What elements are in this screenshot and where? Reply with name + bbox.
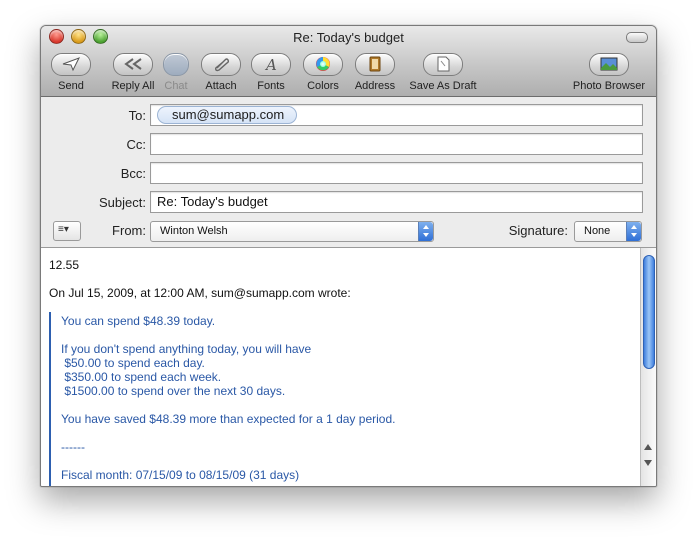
save-as-draft-button[interactable]: Save As Draft — [405, 53, 481, 92]
paperclip-icon — [214, 58, 230, 72]
reply-all-button[interactable]: Reply All — [103, 53, 163, 92]
save-as-draft-label: Save As Draft — [409, 80, 477, 92]
photo-browser-button[interactable]: Photo Browser — [568, 53, 650, 92]
from-select[interactable]: Winton Welsh — [150, 221, 434, 242]
quote-line: Fiscal month: 07/15/09 to 08/15/09 (31 d… — [61, 468, 300, 482]
address-label: Address — [354, 80, 396, 92]
subject-value: Re: Today's budget — [157, 194, 268, 209]
fonts-button[interactable]: A Fonts — [251, 53, 291, 92]
subject-field[interactable]: Re: Today's budget — [150, 191, 643, 213]
list-icon: ≡▾ — [58, 224, 69, 235]
quote-line: You have saved $48.39 more than expected… — [61, 412, 396, 426]
attach-button[interactable]: Attach — [201, 53, 241, 92]
window-title: Re: Today's budget — [293, 30, 404, 45]
svg-text:A: A — [264, 56, 277, 72]
quoted-message: You can spend $48.39 today. If you don't… — [49, 312, 641, 486]
scroll-up-arrow-icon[interactable] — [644, 444, 652, 450]
colors-button[interactable]: Colors — [303, 53, 343, 92]
to-label: To: — [128, 108, 146, 123]
font-icon: A — [264, 56, 277, 72]
chat-button[interactable]: Chat — [161, 53, 191, 92]
quote-line: $350.00 to spend each week. — [61, 370, 222, 384]
quote-attribution: On Jul 15, 2009, at 12:00 AM, sum@sumapp… — [49, 286, 351, 300]
bcc-field[interactable] — [150, 162, 643, 184]
scrollbar-thumb[interactable] — [643, 255, 655, 369]
from-label: From: — [112, 223, 146, 238]
compose-window: Re: Today's budget Send Reply All Chat A… — [40, 25, 657, 487]
toolbar-toggle-button[interactable] — [626, 32, 648, 43]
send-icon — [62, 57, 81, 72]
address-book-icon — [369, 56, 381, 72]
message-body[interactable]: 12.55 On Jul 15, 2009, at 12:00 AM, sum@… — [41, 248, 641, 486]
from-value: Winton Welsh — [160, 225, 228, 237]
header-options-button[interactable]: ≡▾ — [53, 221, 81, 241]
signature-select[interactable]: None — [574, 221, 642, 242]
quote-line: You can spend $48.39 today. — [61, 314, 216, 328]
fonts-label: Fonts — [257, 80, 285, 92]
subject-label: Subject: — [99, 195, 146, 210]
scroll-down-arrow-icon[interactable] — [644, 460, 652, 466]
stepper-arrows-icon — [418, 222, 433, 241]
send-button[interactable]: Send — [51, 53, 91, 92]
toolbar: Re: Today's budget Send Reply All Chat A… — [41, 26, 656, 97]
signature-label: Signature: — [508, 223, 568, 238]
bcc-label: Bcc: — [120, 166, 146, 181]
quote-line: $1500.00 to spend over the next 30 days. — [61, 384, 286, 398]
to-field[interactable]: sum@sumapp.com — [150, 104, 643, 126]
chat-icon — [163, 53, 189, 76]
attach-label: Attach — [205, 80, 237, 92]
reply-text: 12.55 — [49, 258, 80, 272]
stepper-arrows-icon — [626, 222, 641, 241]
signature-value: None — [584, 225, 611, 237]
photo-icon — [600, 57, 618, 71]
recipient-token[interactable]: sum@sumapp.com — [157, 106, 298, 124]
quote-line: ------ — [61, 440, 85, 454]
address-button[interactable]: Address — [353, 53, 397, 92]
header-fields: To: sum@sumapp.com Cc: Bcc: Subject: Re:… — [41, 97, 656, 248]
draft-icon — [437, 56, 450, 72]
quote-line: If you don't spend anything today, you w… — [61, 342, 312, 356]
cc-label: Cc: — [126, 137, 147, 152]
reply-all-label: Reply All — [111, 80, 155, 92]
photo-browser-label: Photo Browser — [572, 80, 646, 92]
quote-line: $50.00 to spend each day. — [61, 356, 205, 370]
colors-label: Colors — [307, 80, 339, 92]
reply-all-icon — [124, 58, 142, 70]
color-wheel-icon — [316, 57, 330, 71]
send-label: Send — [58, 80, 84, 92]
cc-field[interactable] — [150, 133, 643, 155]
vertical-scrollbar[interactable] — [640, 248, 656, 486]
chat-label: Chat — [164, 80, 188, 92]
